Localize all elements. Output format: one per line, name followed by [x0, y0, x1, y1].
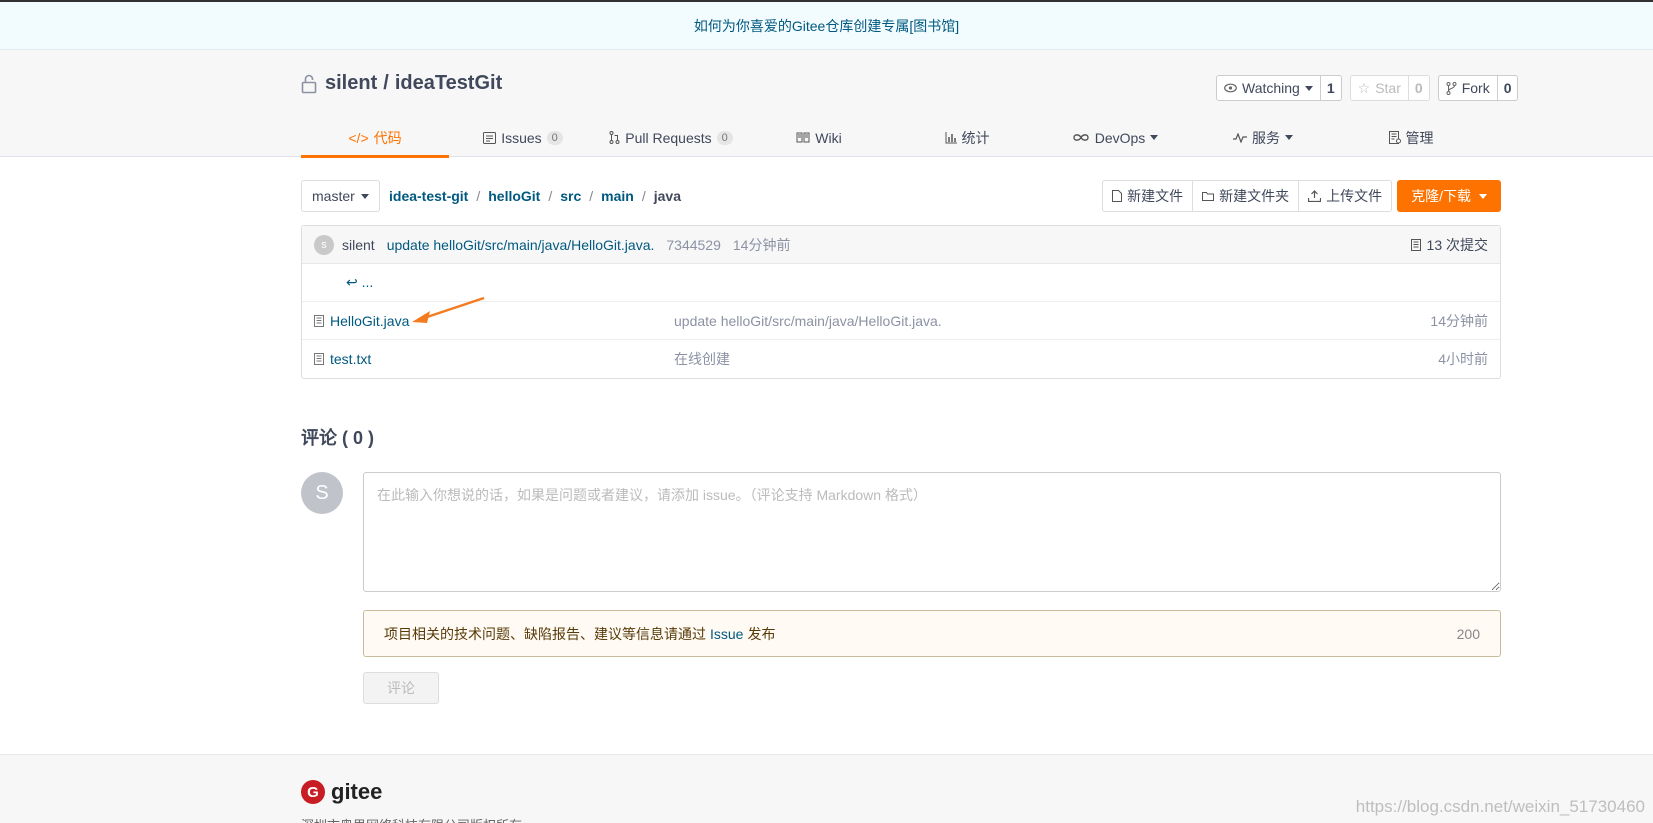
latest-commit-bar: s silent update helloGit/src/main/java/H…: [302, 226, 1500, 264]
chevron-down-icon: [1285, 135, 1293, 140]
gitee-logo-icon: G: [301, 780, 325, 804]
avatar: S: [301, 472, 343, 514]
commit-message-link[interactable]: update helloGit/src/main/java/HelloGit.j…: [387, 237, 655, 253]
repo-name-link[interactable]: ideaTestGit: [395, 72, 502, 95]
tab-services[interactable]: 服务: [1189, 118, 1337, 157]
breadcrumb-separator: /: [548, 188, 553, 204]
code-icon: </>: [348, 129, 369, 146]
issues-count-badge: 0: [546, 130, 563, 145]
breadcrumb-separator: /: [589, 188, 594, 204]
star-label[interactable]: ☆ Star: [1351, 76, 1409, 100]
file-commit-message[interactable]: 在线创建: [674, 349, 730, 369]
chevron-down-icon: [1150, 135, 1159, 140]
annotation-arrow: [412, 296, 485, 323]
announcement-bar: 如何为你喜爱的Gitee仓库创建专属[图书馆]: [0, 2, 1653, 50]
fork-count[interactable]: 0: [1498, 76, 1518, 100]
lock-icon: [301, 74, 317, 94]
repo-separator: /: [383, 72, 389, 94]
file-actions: 新建文件 新建文件夹 上传文件 克隆/下载: [1102, 180, 1501, 212]
star-count[interactable]: 0: [1409, 76, 1429, 100]
announcement-link[interactable]: 如何为你喜爱的Gitee仓库创建专属[图书馆]: [694, 16, 959, 36]
tab-wiki[interactable]: Wiki: [745, 118, 893, 157]
fork-icon: [1446, 81, 1457, 95]
settings-doc-icon: [1388, 131, 1401, 144]
bar-chart-icon: [945, 131, 957, 143]
footer: G gitee 深圳市奥思网络科技有限公司版权所有 https://blog.c…: [0, 754, 1653, 823]
file-commit-time: 4小时前: [1438, 351, 1488, 367]
repo-header: silent / ideaTestGit Watching 1 ☆ Star 0…: [0, 50, 1653, 158]
watch-button[interactable]: Watching 1: [1216, 75, 1342, 101]
comment-tip: 项目相关的技术问题、缺陷报告、建议等信息请通过 Issue 发布 200: [363, 610, 1501, 657]
book-icon: [796, 132, 810, 143]
new-file-button[interactable]: 新建文件: [1102, 180, 1194, 212]
file-link-test[interactable]: test.txt: [330, 351, 371, 367]
breadcrumb-separator: /: [641, 188, 646, 204]
eye-icon: [1224, 83, 1237, 93]
watch-count[interactable]: 1: [1321, 76, 1341, 100]
reply-arrow-icon: ↩: [346, 274, 358, 290]
file-commit-time: 14分钟前: [1430, 312, 1488, 329]
file-icon: [314, 314, 324, 327]
commit-sha[interactable]: 7344529: [666, 237, 721, 253]
commit-author[interactable]: silent: [342, 237, 375, 253]
upload-icon: [1308, 190, 1322, 202]
file-name-cell: test.txt: [314, 351, 674, 367]
file-commit-message[interactable]: update helloGit/src/main/java/HelloGit.j…: [674, 313, 942, 329]
breadcrumb-repo[interactable]: idea-test-git: [389, 188, 468, 204]
char-limit: 200: [1456, 625, 1480, 642]
tab-pull-requests[interactable]: Pull Requests 0: [597, 118, 745, 157]
pull-request-icon: [609, 131, 620, 144]
new-folder-button[interactable]: 新建文件夹: [1192, 180, 1300, 212]
tab-devops[interactable]: DevOps: [1041, 118, 1189, 157]
table-row[interactable]: test.txt 在线创建 4小时前: [302, 340, 1500, 378]
breadcrumb-current: java: [653, 188, 681, 204]
infinity-icon: [1073, 134, 1089, 141]
gitee-logo[interactable]: G gitee: [301, 779, 382, 805]
tab-code[interactable]: </> 代码: [301, 118, 449, 158]
clone-download-button[interactable]: 克隆/下载: [1397, 180, 1501, 212]
file-link-hellogit[interactable]: HelloGit.java: [330, 313, 409, 329]
tab-manage[interactable]: 管理: [1337, 118, 1485, 157]
commits-icon: [1410, 238, 1421, 251]
issues-icon: [483, 131, 497, 144]
repo-owner-link[interactable]: silent: [325, 72, 377, 95]
breadcrumb: idea-test-git / helloGit / src / main / …: [389, 180, 681, 212]
submit-comment-button[interactable]: 评论: [363, 672, 439, 704]
star-button[interactable]: ☆ Star 0: [1349, 75, 1430, 101]
upload-file-button[interactable]: 上传文件: [1298, 180, 1393, 212]
breadcrumb-main[interactable]: main: [601, 188, 634, 204]
issue-link[interactable]: Issue: [710, 626, 743, 642]
watermark: https://blog.csdn.net/weixin_51730460: [1355, 797, 1645, 816]
pulse-icon: [1233, 132, 1247, 143]
breadcrumb-separator: /: [476, 188, 481, 204]
copyright-text: 深圳市奥思网络科技有限公司版权所有: [301, 815, 522, 823]
breadcrumb-src[interactable]: src: [560, 188, 581, 204]
pull-requests-count-badge: 0: [716, 130, 733, 145]
watch-label[interactable]: Watching: [1217, 76, 1321, 100]
fork-label[interactable]: Fork: [1439, 76, 1498, 100]
tab-stats[interactable]: 统计: [893, 118, 1041, 157]
avatar[interactable]: s: [314, 234, 334, 255]
chevron-down-icon: [1304, 85, 1313, 91]
repo-title: silent / ideaTestGit: [301, 72, 502, 95]
chevron-down-icon: [1479, 193, 1487, 199]
fork-button[interactable]: Fork 0: [1437, 75, 1519, 101]
comment-input[interactable]: [363, 472, 1501, 592]
tab-issues[interactable]: Issues 0: [449, 118, 597, 157]
parent-directory-link[interactable]: ↩ ...: [314, 274, 373, 291]
repo-actions: Watching 1 ☆ Star 0 Fork 0: [1216, 75, 1519, 101]
branch-selector[interactable]: master: [301, 180, 380, 212]
star-icon: ☆: [1357, 79, 1371, 96]
breadcrumb-hellogit[interactable]: helloGit: [488, 188, 540, 204]
comments-heading: 评论 ( 0 ): [301, 428, 375, 448]
repo-tabs: </> 代码 Issues 0 Pull Requests 0 Wiki 统计 …: [301, 118, 1501, 158]
commit-time: 14分钟前: [732, 236, 791, 253]
chevron-down-icon: [360, 193, 369, 199]
new-folder-icon: [1202, 192, 1215, 201]
file-toolbar: master idea-test-git / helloGit / src / …: [301, 180, 1501, 212]
file-name-cell: HelloGit.java: [314, 313, 674, 329]
file-icon: [314, 353, 324, 365]
new-file-icon: [1112, 190, 1123, 202]
commit-count-link[interactable]: 13 次提交: [1410, 235, 1488, 255]
